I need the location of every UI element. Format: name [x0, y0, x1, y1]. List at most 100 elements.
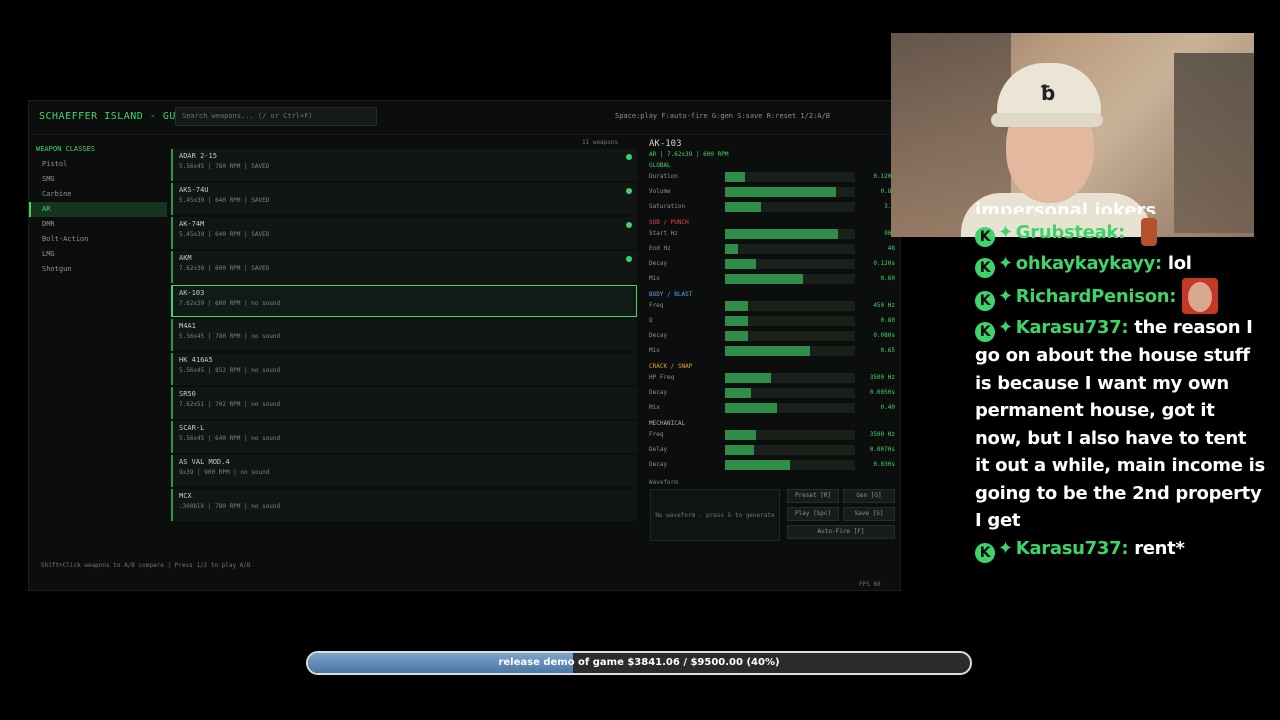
weapon-row[interactable]: M4A1 5.56x45 | 780 RPM | no sound: [171, 319, 637, 351]
param-slider[interactable]: [725, 301, 855, 311]
param-slider[interactable]: [725, 373, 855, 383]
param-slider[interactable]: [725, 259, 855, 269]
weapon-name: MCX: [179, 492, 192, 500]
weapon-row[interactable]: MCX .300blk | 780 RPM | no sound: [171, 489, 637, 521]
sidebar-item-smg[interactable]: SMG: [29, 172, 167, 187]
kick-badge-icon: K: [975, 322, 995, 342]
sidebar-item-bolt-action[interactable]: Bolt-Action: [29, 232, 167, 247]
param-row: Duration 0.120s: [649, 170, 895, 185]
param-row: Mix 0.65: [649, 344, 895, 359]
param-row: Decay 0.0050s: [649, 386, 895, 401]
param-slider[interactable]: [725, 172, 855, 182]
param-slider[interactable]: [725, 316, 855, 326]
auto-fire-button[interactable]: Auto-Fire [F]: [787, 525, 895, 539]
param-value: 0.120s: [873, 260, 895, 267]
game-title: SCHAEFFER ISLAND - GUNS: [39, 111, 189, 122]
weapon-row[interactable]: SR50 7.62x51 | 702 RPM | no sound: [171, 387, 637, 419]
section-heading-global: GLOBAL: [649, 162, 671, 169]
chat-username[interactable]: RichardPenison:: [1016, 286, 1177, 307]
param-slider-fill: [725, 202, 762, 212]
param-value: 0.080s: [873, 332, 895, 339]
param-label: Start Hz: [649, 230, 678, 237]
param-slider[interactable]: [725, 460, 855, 470]
param-slider[interactable]: [725, 274, 855, 284]
chat-username[interactable]: Grubsteak:: [1016, 222, 1126, 243]
param-slider[interactable]: [725, 229, 855, 239]
weapon-row[interactable]: AK-74M 5.45x39 | 640 RPM | SAVED: [171, 217, 637, 249]
param-label: Volume: [649, 188, 671, 195]
param-slider-fill: [725, 373, 771, 383]
param-label: End Hz: [649, 245, 671, 252]
detail-title: AK-103: [649, 139, 682, 149]
param-slider[interactable]: [725, 346, 855, 356]
face-emote-shape: [1188, 282, 1213, 312]
weapon-meta: 9x39 | 900 RPM | no sound: [179, 469, 270, 476]
weapon-row[interactable]: HK 416A5 5.56x45 | 852 RPM | no sound: [171, 353, 637, 385]
param-slider-fill: [725, 244, 738, 254]
cap-brim: [991, 113, 1103, 127]
sidebar-item-carbine[interactable]: Carbine: [29, 187, 167, 202]
sidebar-item-shotgun[interactable]: Shotgun: [29, 262, 167, 277]
chat-username[interactable]: ohkaykaykayy:: [1016, 253, 1162, 274]
goal-text: release demo of game $3841.06 / $9500.00…: [498, 657, 780, 668]
weapon-row[interactable]: AS VAL MOD.4 9x39 | 900 RPM | no sound: [171, 455, 637, 487]
search-input[interactable]: Search weapons... (/ or Ctrl+F): [175, 107, 377, 126]
param-label: Freq: [649, 431, 664, 438]
param-value: 450 Hz: [873, 302, 895, 309]
param-slider[interactable]: [725, 244, 855, 254]
subscriber-gem-icon: ✦: [998, 222, 1013, 243]
weapon-row[interactable]: ADAR 2-15 5.56x45 | 780 RPM | SAVED: [171, 149, 637, 181]
param-row: End Hz 48: [649, 242, 895, 257]
preset-button[interactable]: Preset [R]: [787, 489, 839, 503]
weapon-name: SR50: [179, 390, 196, 398]
sidebar-item-dmr[interactable]: DMR: [29, 217, 167, 232]
param-slider[interactable]: [725, 430, 855, 440]
param-slider[interactable]: [725, 445, 855, 455]
weapon-row[interactable]: AK-103 7.62x39 | 600 RPM | no sound: [171, 285, 637, 317]
weapon-name: AK-74M: [179, 220, 205, 228]
weapon-row[interactable]: SCAR-L 5.56x45 | 640 RPM | no sound: [171, 421, 637, 453]
section-heading-mechanical: MECHANICAL: [649, 420, 686, 427]
weapon-meta: 5.56x45 | 852 RPM | no sound: [179, 367, 281, 374]
param-slider[interactable]: [725, 202, 855, 212]
subscriber-gem-icon: ✦: [998, 317, 1013, 338]
param-slider[interactable]: [725, 388, 855, 398]
param-slider[interactable]: [725, 331, 855, 341]
param-row: Decay 0.030s: [649, 458, 895, 473]
param-label: Q: [649, 317, 653, 324]
param-label: Saturation: [649, 203, 686, 210]
chat-text: rent*: [1134, 537, 1185, 559]
footer-hint: Shift+Click weapons to A/B compare | Pre…: [41, 562, 251, 569]
param-slider[interactable]: [725, 403, 855, 413]
chat-username[interactable]: Karasu737:: [1016, 538, 1129, 559]
param-label: HP Freq: [649, 374, 675, 381]
param-row: Saturation 3.0: [649, 200, 895, 215]
param-slider-fill: [725, 460, 790, 470]
kick-badge-icon: K: [975, 227, 995, 247]
weapon-row[interactable]: AKS-74U 5.45x39 | 640 RPM | SAVED: [171, 183, 637, 215]
kick-badge-icon: K: [975, 291, 995, 311]
weapon-name: AKM: [179, 254, 192, 262]
param-row: Decay 0.120s: [649, 257, 895, 272]
weapon-meta: 5.56x45 | 780 RPM | SAVED: [179, 163, 270, 170]
param-row: Mix 0.40: [649, 401, 895, 416]
weapon-meta: 5.45x39 | 640 RPM | SAVED: [179, 197, 270, 204]
chat-message: K ✦ Grubsteak:: [975, 214, 1265, 250]
save-button[interactable]: Save [S]: [843, 507, 895, 521]
kick-badge-icon: K: [975, 542, 995, 563]
chat-username[interactable]: Karasu737:: [1016, 317, 1129, 338]
weapon-list: ADAR 2-15 5.56x45 | 780 RPM | SAVED AKS-74…: [171, 149, 637, 523]
play-button[interactable]: Play [Spc]: [787, 507, 839, 521]
gen-button[interactable]: Gen [G]: [843, 489, 895, 503]
param-slider-fill: [725, 388, 751, 398]
chat-clipped-line: impersonal jokers: [975, 200, 1157, 214]
weapon-detail-panel: AK-103 AR | 7.62x39 | 600 RPM GLOBAL Dura…: [649, 139, 895, 479]
subscriber-gem-icon: ✦: [998, 286, 1013, 307]
sidebar-item-ar[interactable]: AR: [29, 202, 167, 217]
param-value: 0.030s: [873, 461, 895, 468]
weapon-row[interactable]: AKM 7.62x39 | 600 RPM | SAVED: [171, 251, 637, 283]
sidebar-item-pistol[interactable]: Pistol: [29, 157, 167, 172]
sidebar-item-lmg[interactable]: LMG: [29, 247, 167, 262]
param-slider[interactable]: [725, 187, 855, 197]
chat-overlay: impersonal jokers K ✦ Grubsteak: K ✦ ohkaykay…: [975, 196, 1265, 563]
